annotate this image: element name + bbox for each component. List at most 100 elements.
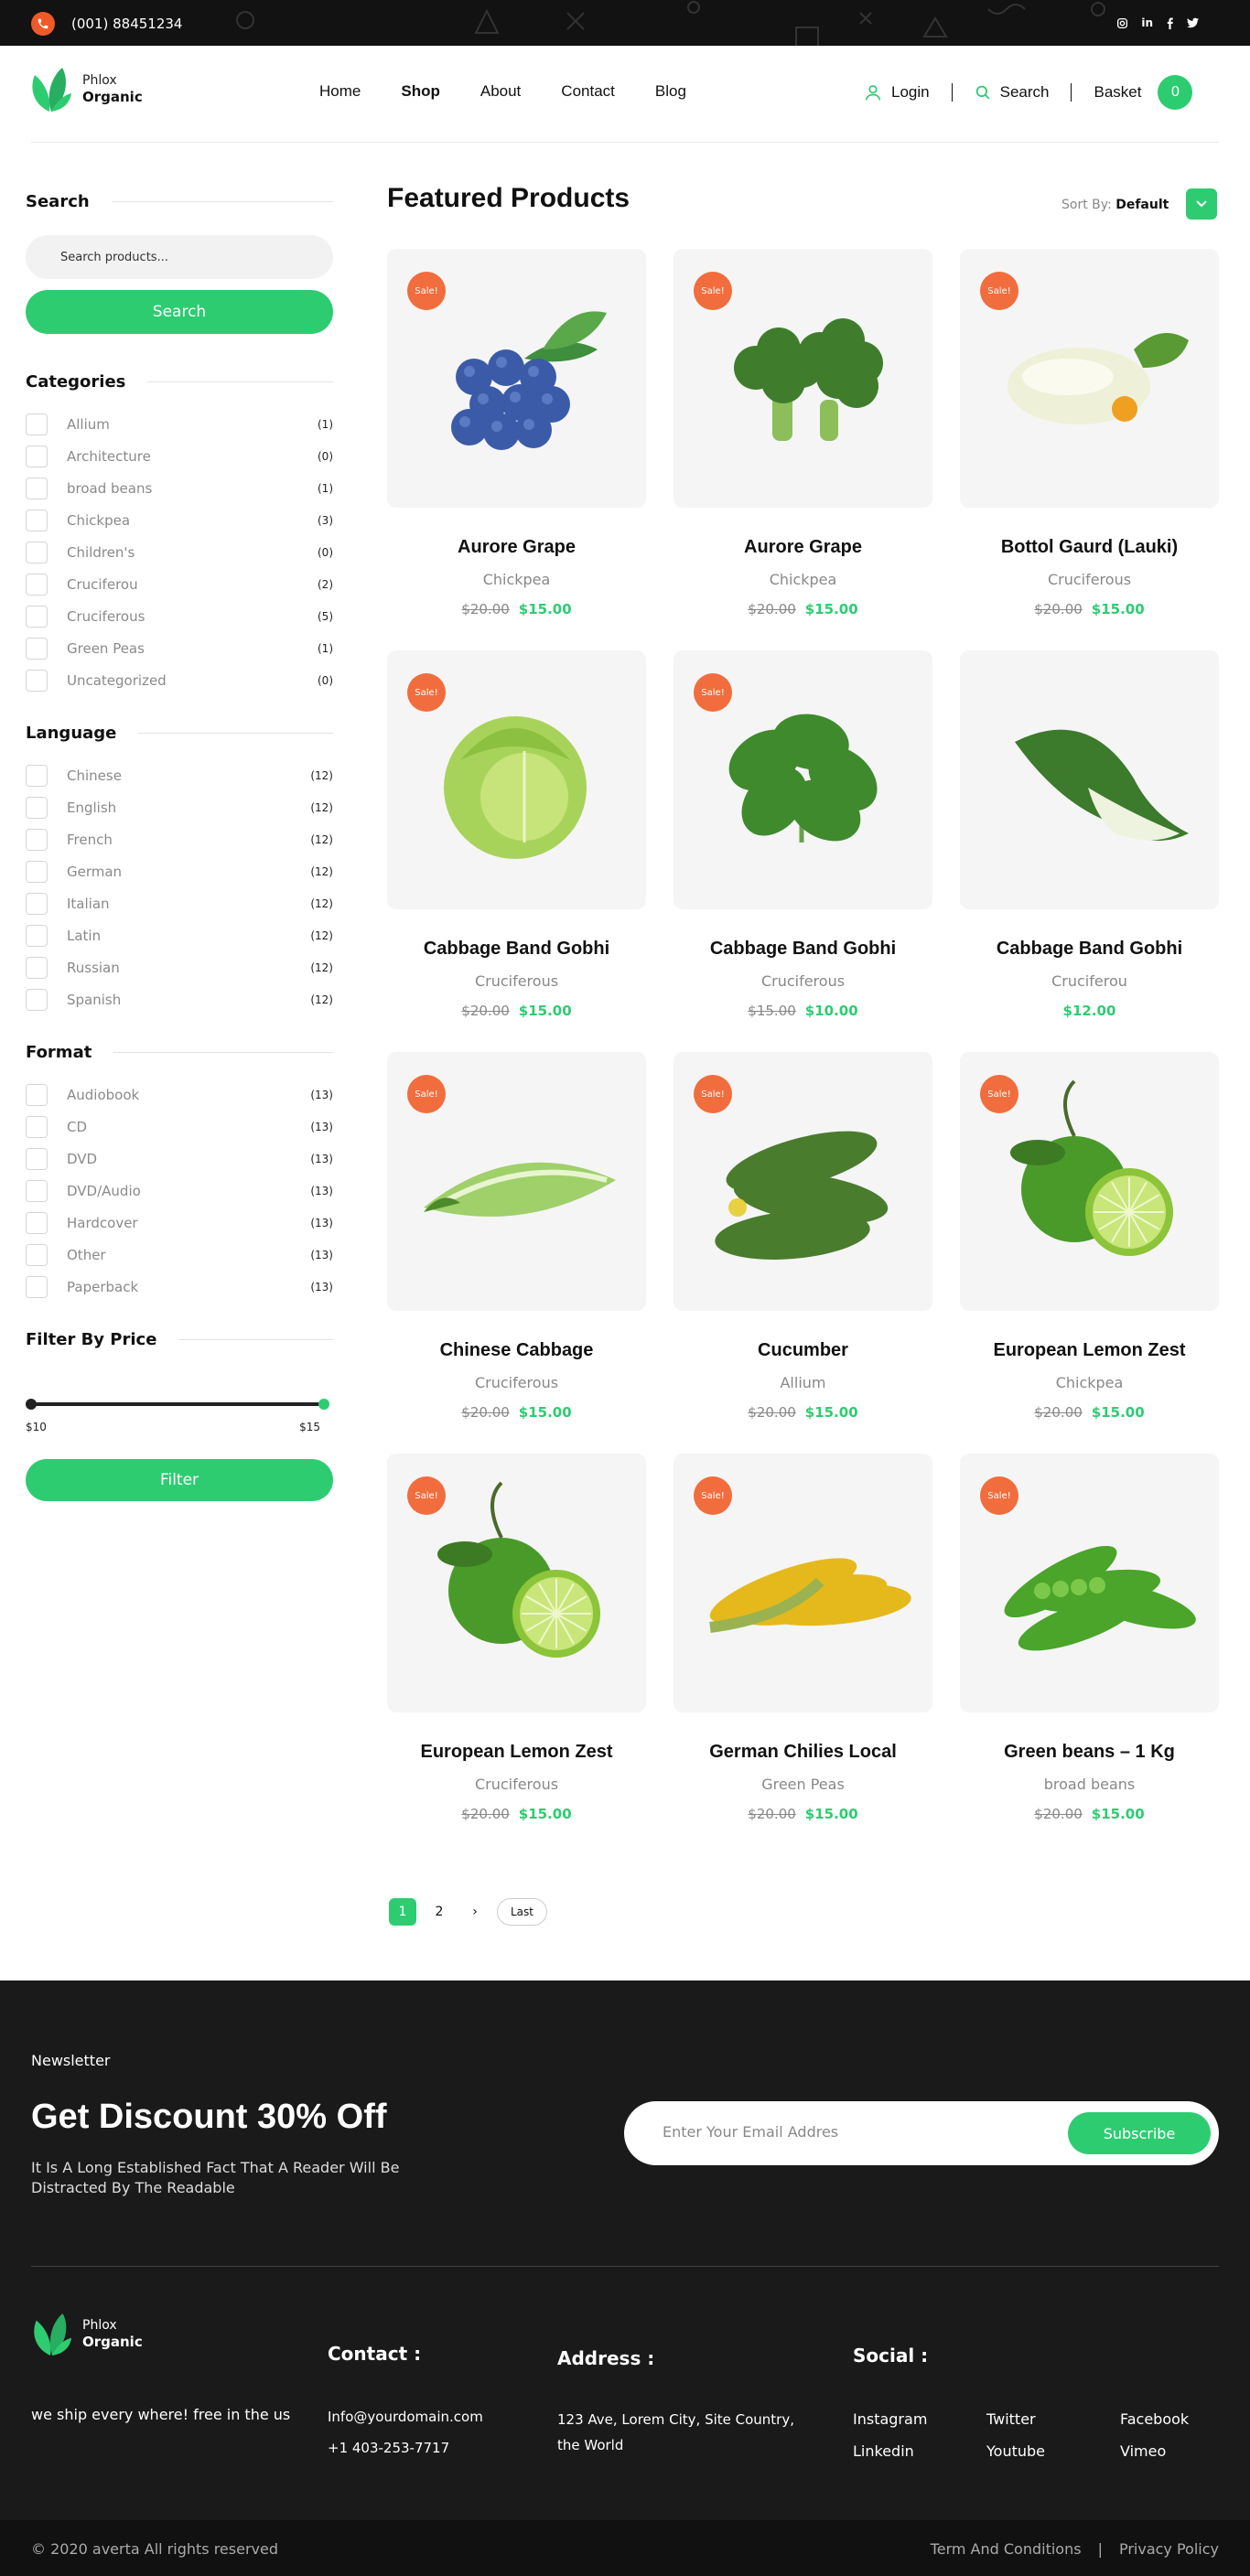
product-image[interactable]: Sale!	[673, 1454, 932, 1712]
format-filter-row[interactable]: Paperback (13)	[26, 1271, 333, 1303]
product-card[interactable]: Sale! European Lemon Zest Cruciferous $20.0…	[387, 1454, 646, 1822]
nav-home[interactable]: Home	[319, 82, 361, 101]
category-filter-row[interactable]: broad beans (1)	[26, 472, 333, 504]
product-name[interactable]: European Lemon Zest	[960, 1340, 1219, 1361]
category-filter-row[interactable]: Uncategorized (0)	[26, 664, 333, 696]
checkbox[interactable]	[26, 892, 48, 915]
format-filter-row[interactable]: DVD (13)	[26, 1143, 333, 1175]
language-filter-row[interactable]: English (12)	[26, 791, 333, 823]
category-filter-row[interactable]: Green Peas (1)	[26, 632, 333, 664]
product-card[interactable]: Sale! Cabbage Band Gobhi Cruciferous $15.00…	[673, 650, 932, 1019]
terms-link[interactable]: Term And Conditions	[931, 2540, 1082, 2558]
checkbox[interactable]	[26, 1243, 48, 1266]
search-button[interactable]: Search	[26, 290, 333, 334]
checkbox[interactable]	[26, 924, 48, 947]
product-image[interactable]: Sale!	[960, 249, 1219, 508]
format-filter-row[interactable]: Audiobook (13)	[26, 1079, 333, 1111]
category-filter-row[interactable]: Cruciferou (2)	[26, 568, 333, 600]
language-filter-row[interactable]: Chinese (12)	[26, 759, 333, 791]
product-category[interactable]: broad beans	[960, 1776, 1219, 1793]
product-category[interactable]: Cruciferous	[673, 972, 932, 990]
language-filter-row[interactable]: Russian (12)	[26, 951, 333, 983]
social-instagram-link[interactable]: Instagram	[853, 2410, 927, 2428]
social-twitter-link[interactable]: Twitter	[986, 2410, 1036, 2428]
footer-logo[interactable]: Phlox Organic	[31, 2310, 143, 2357]
product-name[interactable]: Chinese Cabbage	[387, 1340, 646, 1361]
nav-contact[interactable]: Contact	[561, 82, 615, 101]
product-category[interactable]: Cruciferous	[387, 1776, 646, 1793]
checkbox[interactable]	[26, 637, 48, 660]
page-1-button[interactable]: 1	[389, 1898, 416, 1926]
language-filter-row[interactable]: Spanish (12)	[26, 983, 333, 1015]
product-name[interactable]: Aurore Grape	[387, 537, 646, 558]
checkbox[interactable]	[26, 860, 48, 883]
category-filter-row[interactable]: Children's (0)	[26, 536, 333, 568]
product-card[interactable]: Sale! Aurore Grape Chickpea $20.00 $15.00	[387, 249, 646, 617]
page-2-button[interactable]: 2	[426, 1905, 453, 1919]
product-name[interactable]: Green beans – 1 Kg	[960, 1742, 1219, 1763]
search-input[interactable]	[26, 235, 333, 279]
product-name[interactable]: Cabbage Band Gobhi	[960, 939, 1219, 960]
checkbox[interactable]	[26, 1275, 48, 1298]
product-category[interactable]: Chickpea	[960, 1374, 1219, 1391]
product-image[interactable]: Sale!	[387, 1052, 646, 1311]
product-image[interactable]	[960, 650, 1219, 909]
price-slider[interactable]	[26, 1399, 329, 1410]
product-card[interactable]: Sale! Aurore Grape Chickpea $20.00 $15.00	[673, 249, 932, 617]
social-facebook-link[interactable]: Facebook	[1120, 2410, 1189, 2428]
checkbox[interactable]	[26, 445, 48, 467]
facebook-icon[interactable]	[1166, 16, 1174, 29]
checkbox[interactable]	[26, 764, 48, 787]
checkbox[interactable]	[26, 956, 48, 979]
product-image[interactable]: Sale!	[673, 1052, 932, 1311]
twitter-icon[interactable]	[1187, 17, 1199, 28]
product-card[interactable]: Cabbage Band Gobhi Cruciferou $12.00	[960, 650, 1219, 1019]
language-filter-row[interactable]: Italian (12)	[26, 887, 333, 919]
subscribe-button[interactable]: Subscribe	[1068, 2112, 1211, 2154]
product-card[interactable]: Sale! European Lemon Zest Chickpea $20.00 $1…	[960, 1052, 1219, 1421]
product-name[interactable]: Cabbage Band Gobhi	[673, 939, 932, 960]
format-filter-row[interactable]: DVD/Audio (13)	[26, 1175, 333, 1207]
product-card[interactable]: Sale! Cucumber Allium $20.00 $15.00	[673, 1052, 932, 1421]
contact-phone[interactable]: +1 403-253-7717	[328, 2435, 449, 2461]
checkbox[interactable]	[26, 828, 48, 851]
format-filter-row[interactable]: Other (13)	[26, 1239, 333, 1271]
product-name[interactable]: Bottol Gaurd (Lauki)	[960, 537, 1219, 558]
checkbox[interactable]	[26, 669, 48, 692]
product-image[interactable]: Sale!	[960, 1052, 1219, 1311]
search-link[interactable]: Search	[975, 83, 1049, 102]
top-phone[interactable]: (001) 88451234	[31, 12, 182, 36]
social-vimeo-link[interactable]: Vimeo	[1120, 2442, 1166, 2460]
product-category[interactable]: Cruciferous	[387, 1374, 646, 1391]
checkbox[interactable]	[26, 1083, 48, 1106]
product-card[interactable]: Sale! German Chilies Local Green Peas $20.0…	[673, 1454, 932, 1822]
product-card[interactable]: Sale! Cabbage Band Gobhi Cruciferous $20.00…	[387, 650, 646, 1019]
checkbox[interactable]	[26, 413, 48, 435]
basket-link[interactable]: Basket 0	[1094, 75, 1193, 110]
product-card[interactable]: Sale! Green beans – 1 Kg broad beans $20.00…	[960, 1454, 1219, 1822]
product-category[interactable]: Allium	[673, 1374, 932, 1391]
category-filter-row[interactable]: Chickpea (3)	[26, 504, 333, 536]
product-name[interactable]: German Chilies Local	[673, 1742, 932, 1763]
nav-blog[interactable]: Blog	[655, 82, 686, 101]
product-category[interactable]: Cruciferous	[960, 571, 1219, 588]
nav-shop[interactable]: Shop	[401, 82, 440, 101]
checkbox[interactable]	[26, 509, 48, 531]
sort-control[interactable]: Sort By: Default	[1061, 198, 1169, 212]
product-name[interactable]: European Lemon Zest	[387, 1742, 646, 1763]
social-youtube-link[interactable]: Youtube	[986, 2442, 1045, 2460]
price-min-handle[interactable]	[26, 1399, 37, 1410]
product-category[interactable]: Chickpea	[387, 571, 646, 588]
product-card[interactable]: Sale! Chinese Cabbage Cruciferous $20.00 $15…	[387, 1052, 646, 1421]
login-link[interactable]: Login	[864, 83, 930, 102]
checkbox[interactable]	[26, 988, 48, 1011]
product-image[interactable]: Sale!	[673, 650, 932, 909]
checkbox[interactable]	[26, 1115, 48, 1138]
sort-dropdown-button[interactable]	[1186, 188, 1217, 220]
brand-logo[interactable]: Phlox Organic	[29, 64, 143, 113]
format-filter-row[interactable]: CD (13)	[26, 1111, 333, 1143]
privacy-link[interactable]: Privacy Policy	[1119, 2540, 1219, 2558]
product-image[interactable]: Sale!	[387, 1454, 646, 1712]
social-linkedin-link[interactable]: Linkedin	[853, 2442, 914, 2460]
category-filter-row[interactable]: Allium (1)	[26, 408, 333, 440]
